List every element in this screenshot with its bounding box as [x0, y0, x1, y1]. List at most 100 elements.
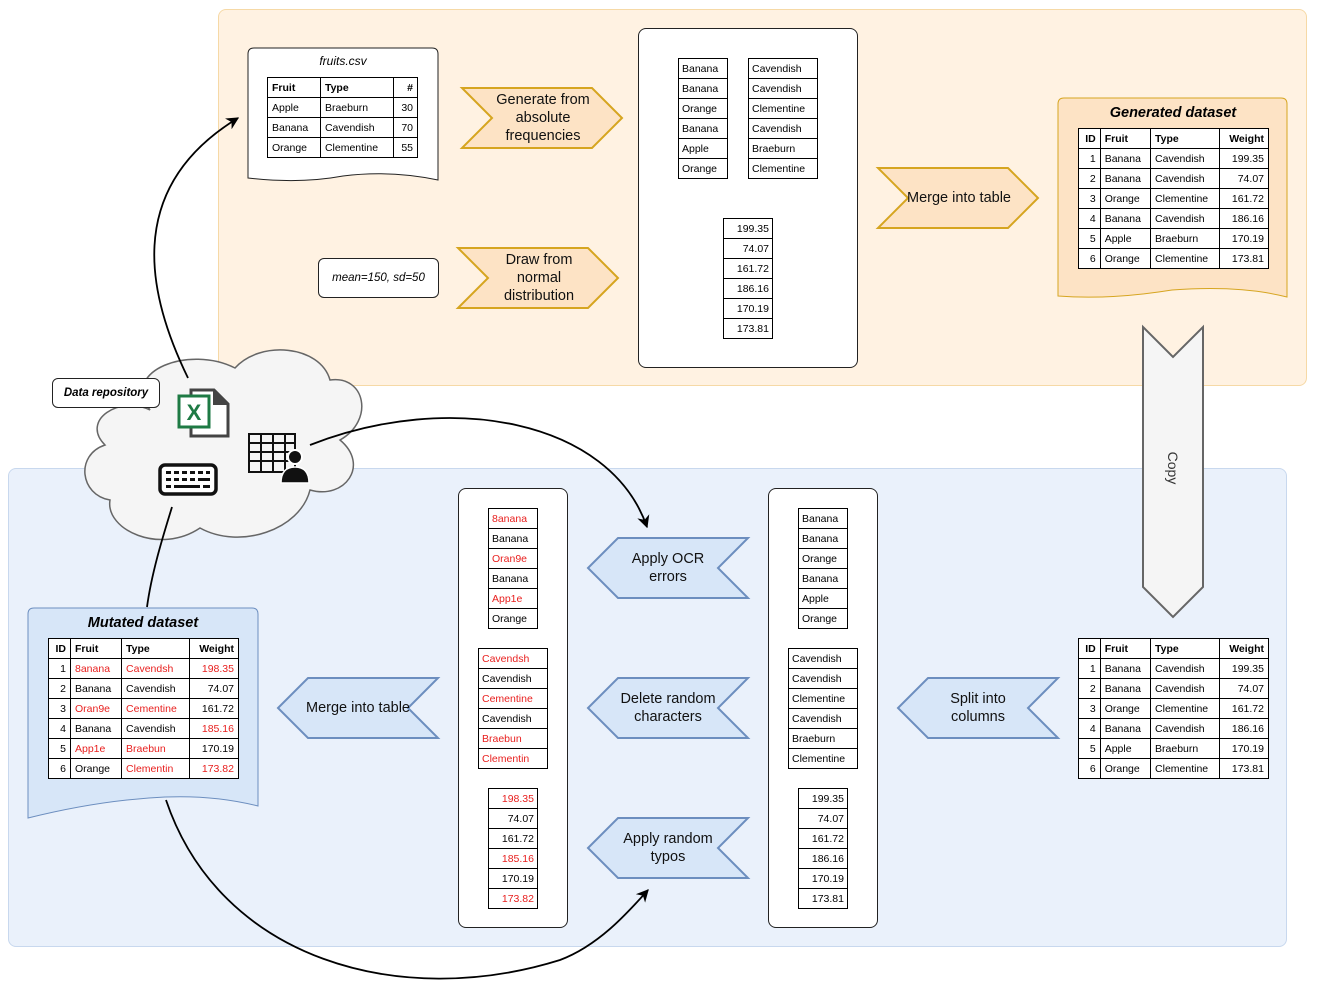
- column-row: 199.35: [798, 788, 848, 809]
- column-cell: Clementine: [748, 98, 818, 119]
- table-row: 6 Orange Clementine 173.81: [1078, 758, 1269, 779]
- table-cell: Braebun: [121, 738, 190, 759]
- table-cell: 1: [1078, 148, 1101, 169]
- table-cell: 5: [1078, 738, 1101, 759]
- column-header: Type: [319, 77, 394, 98]
- column-header: ID: [1078, 128, 1101, 149]
- table-cell: 173.81: [1219, 758, 1269, 779]
- split-fruit-column: Banana Banana Orange Banana Apple Orange: [798, 508, 848, 629]
- column-row: Clementine: [748, 158, 818, 179]
- table-cell: 173.81: [1219, 248, 1269, 269]
- column-cell: Banana: [798, 528, 848, 549]
- column-row: Cavendish: [478, 668, 548, 689]
- table-cell: 6: [48, 758, 71, 779]
- table-row: 5 Apple Braeburn 170.19: [1078, 738, 1269, 759]
- column-header: Type: [121, 638, 190, 659]
- mutated-weight-column: 198.35 74.07 161.72 185.16 170.19 173.82: [488, 788, 538, 909]
- column-cell: Banana: [678, 58, 728, 79]
- table-cell: Orange: [1099, 248, 1152, 269]
- column-cell: 185.16: [488, 848, 538, 869]
- table-cell: Apple: [1099, 228, 1152, 249]
- column-cell: 74.07: [723, 238, 773, 259]
- table-cell: 3: [1078, 698, 1101, 719]
- column-row: Cavendish: [748, 58, 818, 79]
- column-cell: Cavendsh: [478, 648, 548, 669]
- table-cell: 170.19: [188, 738, 240, 759]
- table-cell: 2: [1078, 168, 1101, 189]
- column-cell: Orange: [798, 608, 848, 629]
- table-cell: App1e: [69, 738, 123, 759]
- table-cell: 3: [48, 698, 71, 719]
- table-cell: Cavendish: [319, 117, 394, 138]
- column-row: Clementine: [788, 688, 858, 709]
- table-cell: 185.16: [188, 718, 240, 739]
- column-row: Clementine: [748, 98, 818, 119]
- column-header: Fruit: [1099, 128, 1152, 149]
- column-row: Cavendish: [788, 708, 858, 729]
- column-row: Banana: [798, 528, 848, 549]
- table-cell: 199.35: [1219, 658, 1269, 679]
- table-row: Orange Clementine 55: [267, 137, 419, 158]
- mutated-type-column: Cavendsh Cavendish Cementine Cavendish Braeb…: [478, 648, 548, 769]
- column-header: ID: [1078, 638, 1101, 659]
- column-cell: 199.35: [723, 218, 773, 239]
- column-row: 198.35: [488, 788, 538, 809]
- column-row: Apple: [678, 138, 728, 159]
- split-weight-column: 199.35 74.07 161.72 186.16 170.19 173.81: [798, 788, 848, 909]
- column-cell: 161.72: [723, 258, 773, 279]
- table-cell: Cavendish: [121, 718, 190, 739]
- table-row: 1 8anana Cavendsh 198.35: [48, 658, 240, 679]
- column-header: Fruit: [69, 638, 123, 659]
- table-cell: 2: [1078, 678, 1101, 699]
- table-cell: Banana: [1099, 678, 1152, 699]
- table-cell: Cavendish: [1150, 168, 1221, 189]
- column-cell: 74.07: [488, 808, 538, 829]
- table-row: 6 Orange Clementin 173.82: [48, 758, 240, 779]
- column-row: 74.07: [798, 808, 848, 829]
- table-cell: Banana: [1099, 208, 1152, 229]
- split-type-column: Cavendish Cavendish Clementine Cavendish Bra…: [788, 648, 858, 769]
- table-cell: Braeburn: [319, 97, 394, 118]
- column-row: Cavendish: [788, 668, 858, 689]
- table-row: 1 Banana Cavendish 199.35: [1078, 658, 1269, 679]
- column-row: Orange: [798, 608, 848, 629]
- table-cell: Banana: [69, 718, 123, 739]
- table-cell: Apple: [267, 97, 321, 118]
- generated-type-column: Cavendish Cavendish Clementine Cavendish Bra…: [748, 58, 818, 179]
- table-row: 1 Banana Cavendish 199.35: [1078, 148, 1269, 169]
- table-cell: 4: [1078, 718, 1101, 739]
- column-row: Apple: [798, 588, 848, 609]
- table-cell: 8anana: [69, 658, 123, 679]
- split-step-label: Split into columns: [950, 691, 1006, 725]
- column-cell: Banana: [678, 118, 728, 139]
- column-row: 186.16: [723, 278, 773, 299]
- table-cell: Orange: [1099, 758, 1152, 779]
- mutated-dataset-table: ID Fruit Type Weight 1 8anana Cavendsh 198.35 2…: [48, 638, 240, 779]
- column-cell: Cavendish: [748, 118, 818, 139]
- table-cell: Braeburn: [1150, 738, 1221, 759]
- column-cell: Cavendish: [788, 668, 858, 689]
- table-cell: 186.16: [1219, 718, 1269, 739]
- column-row: 74.07: [488, 808, 538, 829]
- column-cell: App1e: [488, 588, 538, 609]
- table-cell: Clementine: [319, 137, 394, 158]
- column-row: Oran9e: [488, 548, 538, 569]
- column-header: ID: [48, 638, 71, 659]
- table-cell: 1: [1078, 658, 1101, 679]
- column-cell: 173.82: [488, 888, 538, 909]
- table-row: Banana Cavendish 70: [267, 117, 419, 138]
- column-row: Banana: [678, 78, 728, 99]
- table-cell: Orange: [1099, 698, 1152, 719]
- column-cell: Orange: [678, 98, 728, 119]
- table-cell: Banana: [69, 678, 123, 699]
- column-row: 199.35: [723, 218, 773, 239]
- column-row: Banana: [488, 568, 538, 589]
- table-cell: 198.35: [188, 658, 240, 679]
- table-cell: Clementine: [1150, 758, 1221, 779]
- table-cell: Clementine: [1150, 188, 1221, 209]
- column-header: Fruit: [267, 77, 321, 98]
- column-cell: Cavendish: [478, 668, 548, 689]
- table-cell: Clementin: [121, 758, 190, 779]
- column-row: Braeburn: [788, 728, 858, 749]
- column-row: 161.72: [798, 828, 848, 849]
